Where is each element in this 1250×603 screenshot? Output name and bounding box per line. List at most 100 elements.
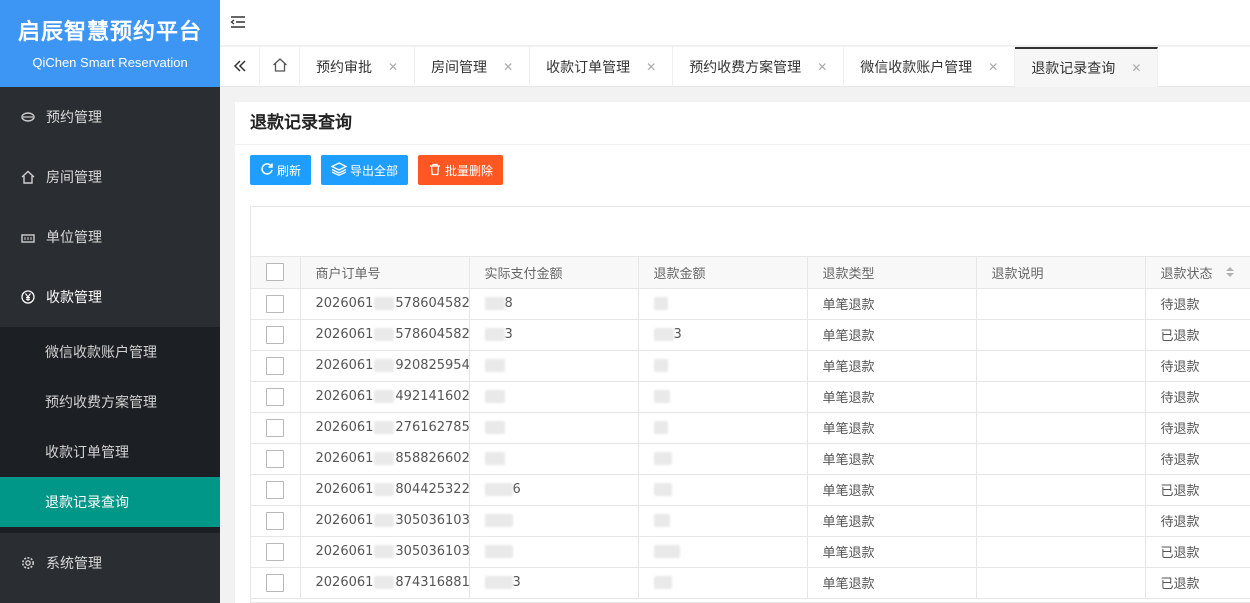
row-checkbox-cell[interactable] (251, 474, 301, 506)
select-all-checkbox[interactable] (266, 263, 285, 282)
row-checkbox[interactable] (266, 418, 285, 437)
sidebar-item-reservation[interactable]: 预约管理 (0, 87, 220, 147)
sidebar-subitem-refunds[interactable]: 退款记录查询 (0, 477, 220, 527)
tab-orders[interactable]: 收款订单管理 ✕ (530, 47, 674, 87)
row-checkbox[interactable] (266, 294, 285, 313)
row-checkbox-cell[interactable] (251, 350, 301, 382)
batch-delete-button[interactable]: 批量删除 (418, 155, 504, 185)
close-icon[interactable]: ✕ (817, 60, 827, 74)
row-checkbox-cell[interactable] (251, 288, 301, 320)
close-icon[interactable]: ✕ (1131, 61, 1141, 75)
row-checkbox-cell[interactable] (251, 381, 301, 413)
row-checkbox[interactable] (266, 542, 285, 561)
tabs-scroll-left-button[interactable] (220, 47, 260, 87)
cell-order-no: 2026061 804425322 (300, 474, 470, 506)
cell-paid-amount: 3 (469, 567, 639, 599)
refresh-button[interactable]: 刷新 (250, 155, 312, 185)
close-icon[interactable]: ✕ (503, 60, 513, 74)
row-checkbox-cell[interactable] (251, 536, 301, 568)
paid-amount-visible: 3 (512, 575, 521, 590)
row-checkbox[interactable] (266, 325, 285, 344)
table-row[interactable]: 2026061 578604582 8 单笔退款 待退款 (251, 288, 1250, 320)
close-icon[interactable]: ✕ (988, 60, 998, 74)
sidebar-item-payment[interactable]: 收款管理 (0, 267, 220, 327)
row-checkbox-cell[interactable] (251, 567, 301, 599)
order-no-prefix: 2026061 (315, 482, 374, 497)
redacted-block (653, 545, 680, 558)
column-header-refund-amount: 退款金额 (638, 257, 808, 289)
cell-order-no: 2026061 858826602 (300, 443, 470, 475)
row-checkbox[interactable] (266, 387, 285, 406)
tab-home[interactable] (260, 47, 300, 87)
table-row[interactable]: 2026061 305036103 单笔退款 待退款 (251, 505, 1250, 537)
order-no-suffix: 858826602 (395, 451, 469, 466)
table-row[interactable]: 2026061 276162785 单笔退款 待退款 (251, 412, 1250, 444)
sidebar-item-rooms[interactable]: 房间管理 (0, 147, 220, 207)
table-row[interactable]: 2026061 305036103 单笔退款 已退款 (251, 536, 1250, 568)
close-icon[interactable]: ✕ (646, 60, 656, 74)
action-toolbar: 刷新 导出全部 批量删除 (250, 155, 513, 185)
table-row[interactable]: 2026061 804425322 6 单笔退款 已退款 (251, 474, 1250, 506)
tab-fee-plans[interactable]: 预约收费方案管理 ✕ (673, 47, 845, 87)
redacted-block (374, 390, 395, 403)
cell-refund-status: 待退款 (1145, 443, 1250, 475)
table-row[interactable]: 2026061 874316881 3 单笔退款 已退款 (251, 567, 1250, 599)
cell-paid-amount (469, 381, 639, 413)
sidebar-item-units[interactable]: 单位管理 (0, 207, 220, 267)
order-no-prefix: 2026061 (315, 513, 374, 528)
row-checkbox[interactable] (266, 449, 285, 468)
table-row[interactable]: 2026061 578604582 3 3 单笔退款 已退款 (251, 319, 1250, 351)
cell-paid-amount: 3 (469, 319, 639, 351)
cell-order-no: 2026061 305036103 (300, 536, 470, 568)
cell-paid-amount: 6 (469, 474, 639, 506)
select-all-checkbox-cell[interactable] (251, 257, 301, 289)
row-checkbox[interactable] (266, 356, 285, 375)
cell-order-no: 2026061 276162785 (300, 412, 470, 444)
sidebar-subitem-fee-plans[interactable]: 预约收费方案管理 (0, 377, 220, 427)
sidebar-subitem-wechat-accounts[interactable]: 微信收款账户管理 (0, 327, 220, 377)
gear-icon (20, 555, 36, 571)
row-checkbox-cell[interactable] (251, 443, 301, 475)
cell-paid-amount (469, 536, 639, 568)
sidebar-item-system[interactable]: 系统管理 (0, 533, 220, 593)
cell-refund-note (976, 474, 1146, 506)
tab-rooms[interactable]: 房间管理 ✕ (415, 47, 531, 87)
cell-refund-type: 单笔退款 (807, 381, 977, 413)
redacted-block (484, 576, 513, 589)
row-checkbox-cell[interactable] (251, 319, 301, 351)
row-checkbox[interactable] (266, 480, 285, 499)
sidebar-item-label: 单位管理 (46, 230, 102, 246)
redacted-block (653, 328, 674, 341)
column-header-refund-status[interactable]: 退款状态 (1145, 257, 1250, 289)
order-no-prefix: 2026061 (315, 296, 374, 311)
table-row[interactable]: 2026061 858826602 单笔退款 待退款 (251, 443, 1250, 475)
tab-wechat-accounts[interactable]: 微信收款账户管理 ✕ (844, 47, 1016, 87)
close-icon[interactable]: ✕ (388, 60, 398, 74)
sidebar-subitem-orders[interactable]: 收款订单管理 (0, 427, 220, 477)
tab-approval[interactable]: 预约审批 ✕ (300, 47, 416, 87)
row-checkbox-cell[interactable] (251, 505, 301, 537)
redacted-block (484, 483, 513, 496)
menu-toggle-icon[interactable] (230, 14, 246, 30)
redacted-block (484, 545, 513, 558)
sort-icon[interactable] (1225, 266, 1235, 282)
topbar (220, 0, 1250, 46)
cell-refund-amount (638, 474, 808, 506)
cell-refund-note (976, 350, 1146, 382)
redacted-block (374, 576, 395, 589)
cell-refund-note (976, 505, 1146, 537)
cell-order-no: 2026061 578604582 (300, 288, 470, 320)
cell-refund-amount (638, 350, 808, 382)
export-all-button[interactable]: 导出全部 (321, 155, 409, 185)
cell-refund-amount (638, 443, 808, 475)
logo-title: 启辰智慧预约平台 (17, 20, 202, 45)
row-checkbox[interactable] (266, 511, 285, 530)
row-checkbox[interactable] (266, 573, 285, 592)
cell-refund-note (976, 567, 1146, 599)
table-row[interactable]: 2026061 920825954 单笔退款 待退款 (251, 350, 1250, 382)
tab-refunds[interactable]: 退款记录查询 ✕ (1015, 47, 1159, 87)
row-checkbox-cell[interactable] (251, 412, 301, 444)
cell-refund-status: 待退款 (1145, 381, 1250, 413)
table-row[interactable]: 2026061 492141602 单笔退款 待退款 (251, 381, 1250, 413)
order-no-suffix: 920825954 (395, 358, 469, 373)
